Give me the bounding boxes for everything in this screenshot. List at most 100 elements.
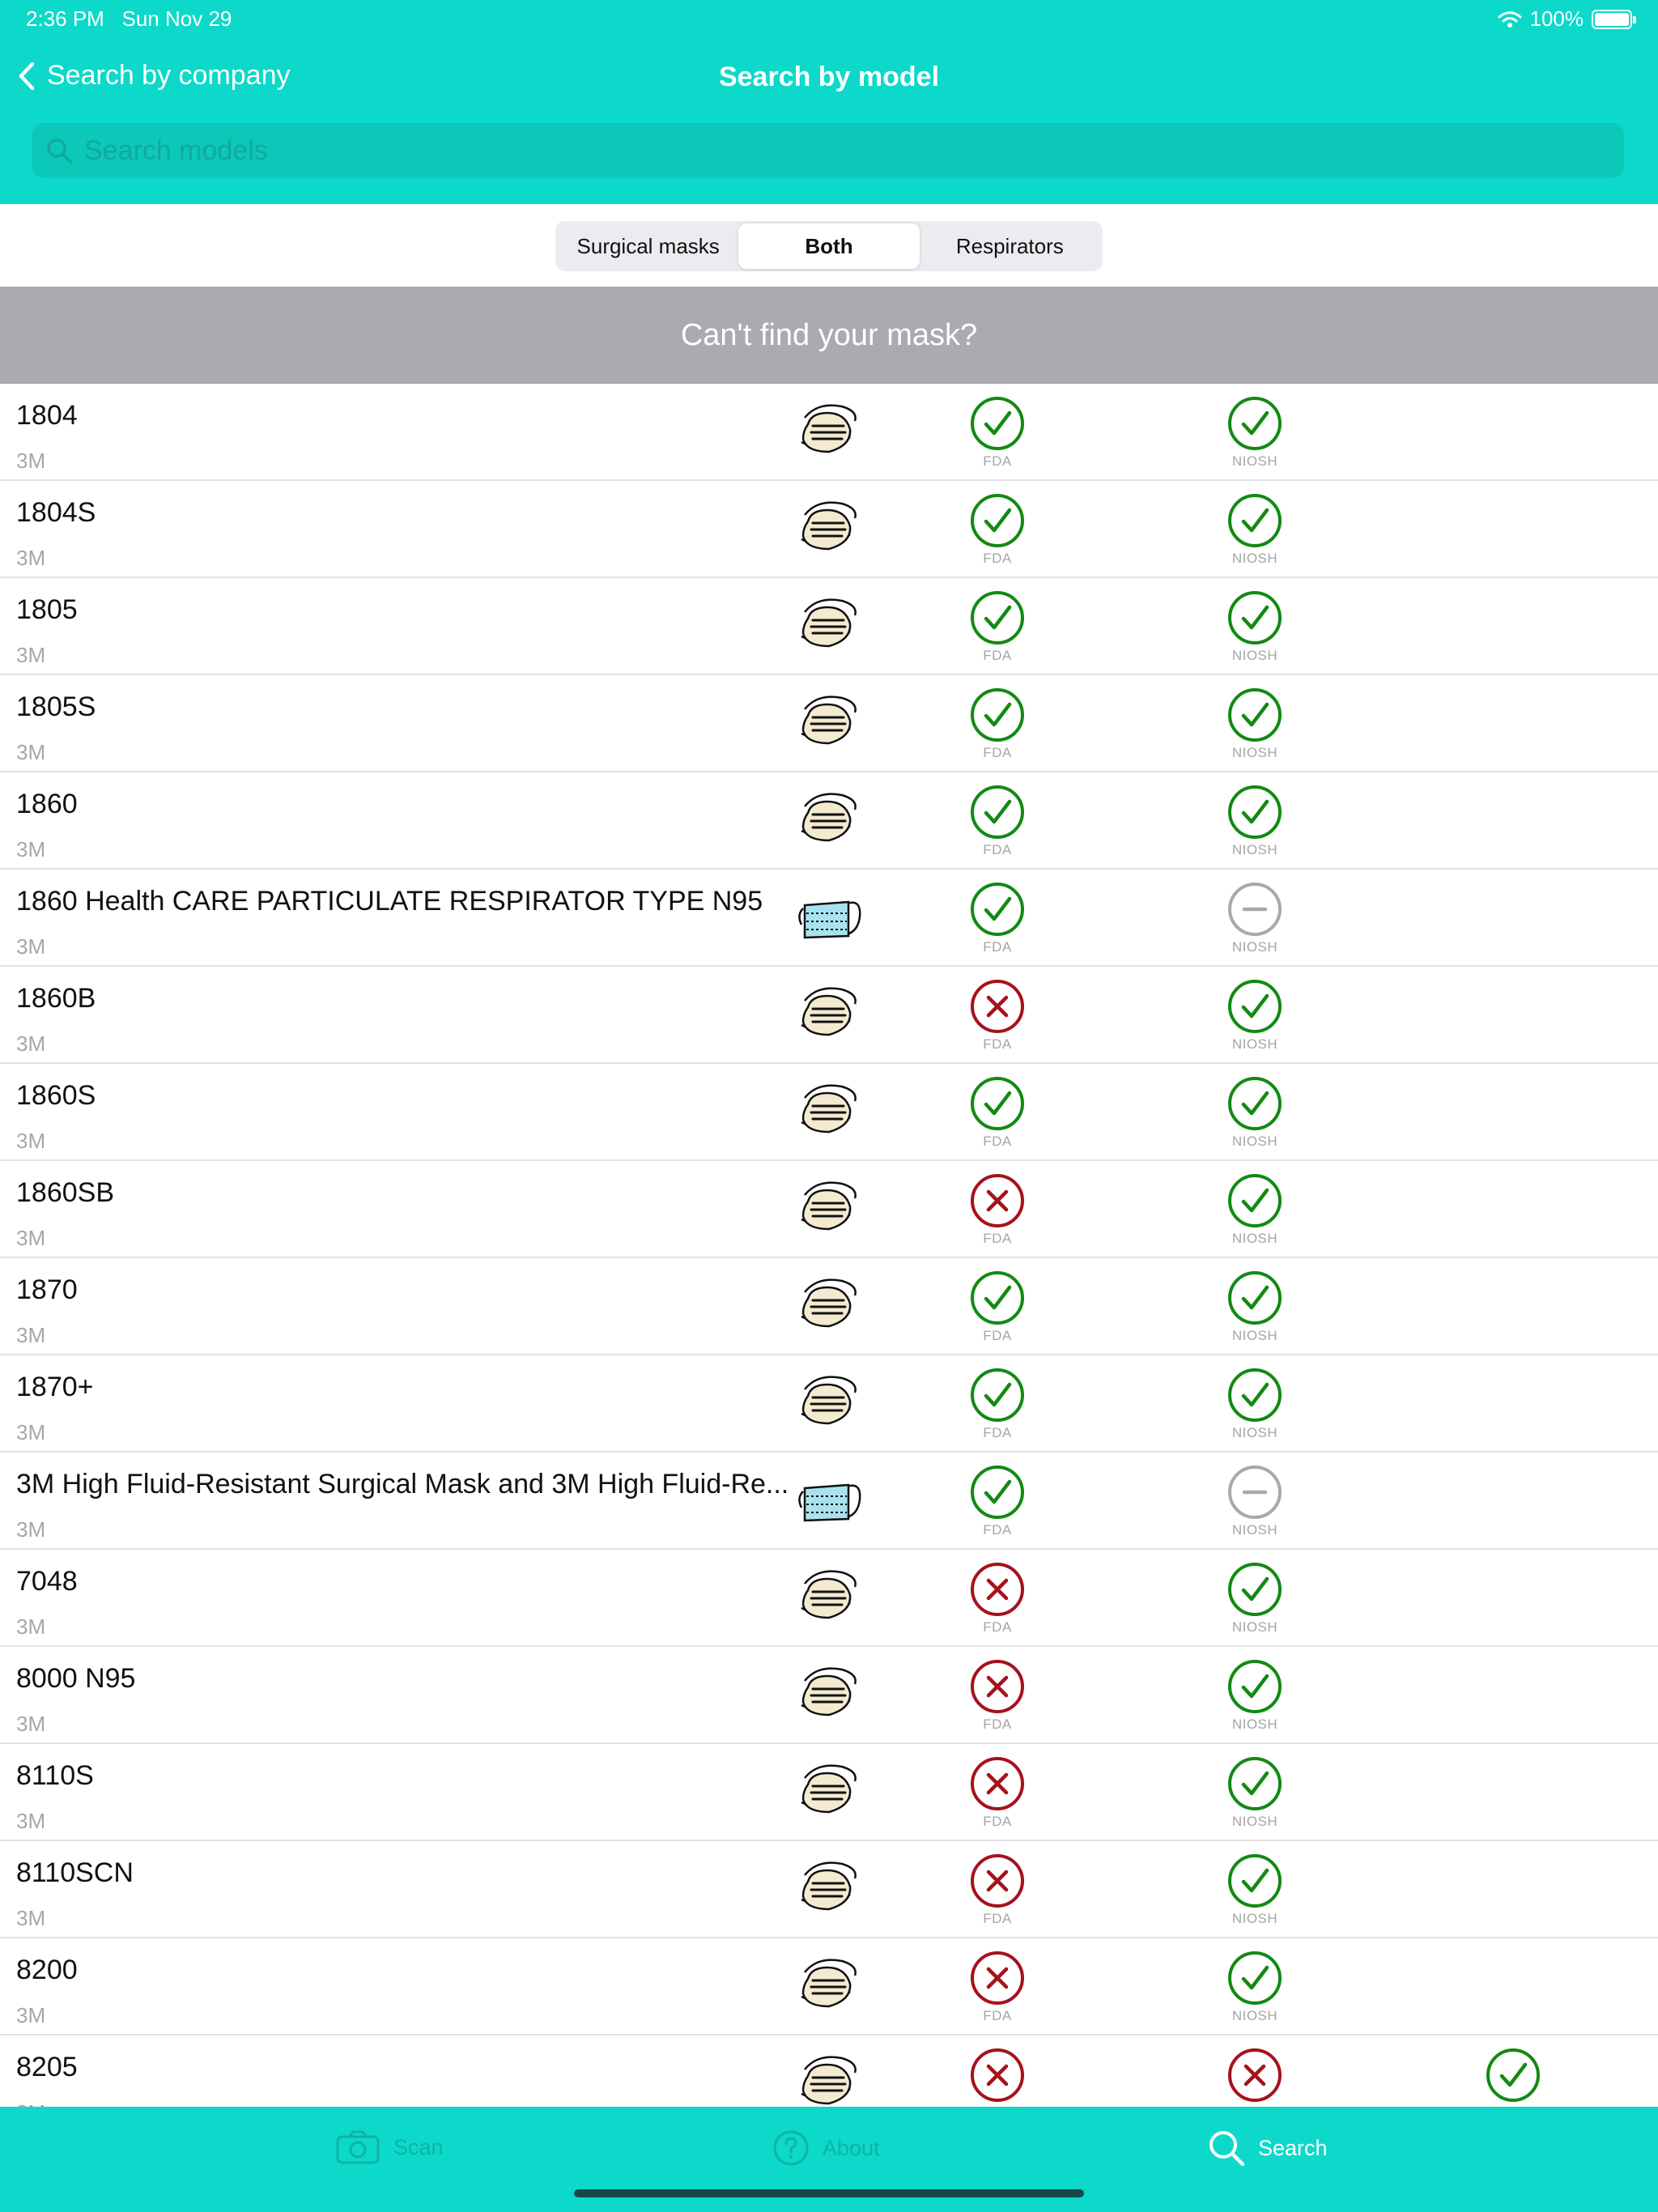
company-name: 3M bbox=[16, 2003, 46, 2027]
model-name: 1860 Health CARE PARTICULATE RESPIRATOR … bbox=[16, 886, 763, 917]
niosh-status: NIOSH bbox=[1222, 687, 1287, 761]
respirator-mask-icon bbox=[793, 985, 863, 1043]
checkmark-circle-icon bbox=[971, 1271, 1024, 1325]
fda-label: FDA bbox=[983, 1619, 1012, 1635]
list-item[interactable]: 1860SB 3M FDA NIOSH bbox=[0, 1161, 1658, 1258]
niosh-label: NIOSH bbox=[1231, 453, 1278, 469]
respirator-mask-icon bbox=[793, 1568, 863, 1626]
fda-label: FDA bbox=[983, 1911, 1012, 1926]
niosh-status: NIOSH bbox=[1222, 784, 1287, 858]
fda-label: FDA bbox=[983, 1328, 1012, 1343]
tab-scan[interactable]: Scan bbox=[335, 2129, 444, 2165]
model-name: 1805 bbox=[16, 594, 78, 625]
niosh-status: NIOSH bbox=[1222, 1658, 1287, 1733]
list-item[interactable]: 1804 3M FDA NIOSH bbox=[0, 384, 1658, 481]
checkmark-circle-icon bbox=[971, 883, 1024, 936]
model-name: 8200 bbox=[16, 1955, 78, 1985]
list-item[interactable]: 8110SCN 3M FDA NIOSH bbox=[0, 1841, 1658, 1938]
list-item[interactable]: 1870 3M FDA NIOSH bbox=[0, 1258, 1658, 1355]
respirator-mask-icon bbox=[793, 1373, 863, 1431]
cant-find-mask-banner[interactable]: Can't find your mask? bbox=[0, 287, 1658, 384]
niosh-label: NIOSH bbox=[1231, 939, 1278, 955]
niosh-status: NIOSH bbox=[1222, 978, 1287, 1053]
niosh-status: NIOSH bbox=[1222, 881, 1287, 955]
list-item[interactable]: 1860B 3M FDA NIOSH bbox=[0, 967, 1658, 1064]
fda-status: FDA bbox=[965, 589, 1030, 664]
list-item[interactable]: 1870+ 3M FDA NIOSH bbox=[0, 1355, 1658, 1453]
status-date: Sun Nov 29 bbox=[121, 6, 232, 31]
list-item[interactable]: 1805S 3M FDA NIOSH bbox=[0, 675, 1658, 772]
list-item[interactable]: 3M High Fluid-Resistant Surgical Mask an… bbox=[0, 1453, 1658, 1550]
status-time: 2:36 PM bbox=[26, 6, 104, 31]
list-item[interactable]: 8200 3M FDA NIOSH bbox=[0, 1938, 1658, 2035]
tab-about[interactable]: About bbox=[772, 2129, 880, 2167]
niosh-status: NIOSH bbox=[1222, 1075, 1287, 1150]
mask-type-segmented-control: Surgical masks Both Respirators bbox=[555, 221, 1103, 271]
extra-status bbox=[1481, 2047, 1545, 2104]
niosh-label: NIOSH bbox=[1231, 842, 1278, 857]
model-name: 1804 bbox=[16, 400, 78, 431]
x-circle-icon bbox=[1228, 2048, 1282, 2102]
checkmark-circle-icon bbox=[1228, 688, 1282, 742]
list-item[interactable]: 8205 3M FDA NIOSH bbox=[0, 2035, 1658, 2107]
tab-search[interactable]: Search bbox=[1208, 2129, 1328, 2167]
fda-status: FDA bbox=[965, 1464, 1030, 1538]
fda-label: FDA bbox=[983, 648, 1012, 663]
segment-surgical-masks[interactable]: Surgical masks bbox=[558, 223, 738, 269]
checkmark-circle-icon bbox=[1228, 1951, 1282, 2005]
checkmark-circle-icon bbox=[1228, 785, 1282, 839]
search-bar[interactable] bbox=[32, 123, 1624, 178]
surgical-mask-icon bbox=[793, 887, 863, 946]
fda-status: FDA bbox=[965, 1172, 1030, 1247]
niosh-status: NIOSH bbox=[1222, 1561, 1287, 1636]
list-item[interactable]: 1860S 3M FDA NIOSH bbox=[0, 1064, 1658, 1161]
x-circle-icon bbox=[971, 1563, 1024, 1616]
model-name: 8205 bbox=[16, 2052, 78, 2082]
niosh-status: NIOSH bbox=[1222, 1270, 1287, 1344]
list-item[interactable]: 1805 3M FDA NIOSH bbox=[0, 578, 1658, 675]
fda-label: FDA bbox=[983, 1134, 1012, 1149]
fda-label: FDA bbox=[983, 939, 1012, 955]
page-title: Search by model bbox=[718, 62, 940, 92]
niosh-status: NIOSH bbox=[1222, 1464, 1287, 1538]
status-bar-time: 2:36 PM Sun Nov 29 bbox=[26, 6, 232, 32]
fda-status: FDA bbox=[965, 1950, 1030, 2024]
niosh-status: NIOSH bbox=[1222, 1755, 1287, 1830]
list-item[interactable]: 1860 Health CARE PARTICULATE RESPIRATOR … bbox=[0, 870, 1658, 967]
fda-status: FDA bbox=[965, 784, 1030, 858]
segment-both[interactable]: Both bbox=[738, 223, 920, 269]
list-item[interactable]: 7048 3M FDA NIOSH bbox=[0, 1550, 1658, 1647]
fda-status: FDA bbox=[965, 1658, 1030, 1733]
fda-status: FDA bbox=[965, 1270, 1030, 1344]
checkmark-circle-icon bbox=[1486, 2048, 1540, 2102]
fda-label: FDA bbox=[983, 1522, 1012, 1538]
checkmark-circle-icon bbox=[971, 397, 1024, 450]
niosh-label: NIOSH bbox=[1231, 1814, 1278, 1829]
respirator-mask-icon bbox=[793, 1082, 863, 1140]
checkmark-circle-icon bbox=[971, 785, 1024, 839]
list-item[interactable]: 8110S 3M FDA NIOSH bbox=[0, 1744, 1658, 1841]
company-name: 3M bbox=[16, 1129, 46, 1153]
model-name: 1860SB bbox=[16, 1177, 114, 1208]
list-item[interactable]: 1860 3M FDA NIOSH bbox=[0, 772, 1658, 870]
company-name: 3M bbox=[16, 1712, 46, 1736]
fda-status: FDA bbox=[965, 1367, 1030, 1441]
company-name: 3M bbox=[16, 837, 46, 861]
segment-respirators[interactable]: Respirators bbox=[920, 223, 1100, 269]
battery-percent: 100% bbox=[1529, 6, 1584, 31]
model-name: 7048 bbox=[16, 1566, 78, 1597]
checkmark-circle-icon bbox=[1228, 1660, 1282, 1713]
search-input[interactable] bbox=[83, 134, 1584, 168]
niosh-label: NIOSH bbox=[1231, 1911, 1278, 1926]
list-item[interactable]: 8000 N95 3M FDA NIOSH bbox=[0, 1647, 1658, 1744]
checkmark-circle-icon bbox=[1228, 1368, 1282, 1422]
list-item[interactable]: 1804S 3M FDA NIOSH bbox=[0, 481, 1658, 578]
minus-circle-icon bbox=[1228, 883, 1282, 936]
question-icon bbox=[773, 2130, 809, 2166]
respirator-mask-icon bbox=[793, 402, 863, 460]
company-name: 3M bbox=[16, 449, 46, 473]
model-name: 1804S bbox=[16, 497, 96, 528]
niosh-label: NIOSH bbox=[1231, 1619, 1278, 1635]
niosh-status: NIOSH bbox=[1222, 2047, 1287, 2107]
tab-scan-label: Scan bbox=[393, 2134, 444, 2159]
